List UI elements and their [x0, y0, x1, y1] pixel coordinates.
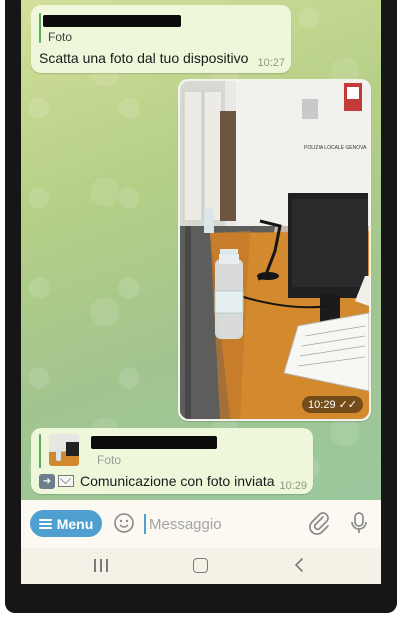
double-check-icon: ✓✓: [338, 399, 357, 411]
message-input[interactable]: [149, 512, 299, 536]
reply-indicator: [39, 13, 41, 43]
message-time: 10:27: [257, 57, 285, 69]
chat-screen: Foto Scatta una foto dal tuo dispositivo…: [21, 0, 381, 584]
paperclip-icon[interactable]: [307, 511, 331, 535]
reply-indicator: [39, 434, 41, 468]
message-text: Scatta una foto dal tuo dispositivo: [39, 50, 249, 66]
envelope-icon: [58, 475, 74, 487]
home-icon[interactable]: [193, 558, 208, 573]
photo-signage-text: POLIZIA LOCALE GENOVA: [304, 145, 367, 151]
arrow-right-icon: ➜: [39, 473, 55, 489]
reply-type-label: Foto: [48, 30, 73, 44]
redacted-sender-name: [43, 15, 181, 27]
message-text-row: ➜ Comunicazione con foto inviata: [39, 473, 275, 489]
message-text: Comunicazione con foto inviata: [80, 473, 275, 489]
menu-button[interactable]: Menu: [30, 510, 102, 537]
recent-apps-icon[interactable]: [94, 559, 108, 572]
reply-type-label: Foto: [97, 453, 122, 467]
microphone-icon[interactable]: [348, 511, 370, 535]
message-input-bar: Menu: [21, 500, 381, 548]
message-bubble[interactable]: Foto ➜ Comunicazione con foto inviata 10…: [31, 428, 313, 494]
emoji-icon[interactable]: [113, 512, 135, 534]
photo-office-desk[interactable]: POLIZIA LOCALE GENOVA 10:29 ✓✓: [180, 81, 369, 419]
reply-photo-thumbnail: [49, 434, 79, 466]
message-time: 10:29: [279, 480, 307, 492]
message-bubble[interactable]: Foto Scatta una foto dal tuo dispositivo…: [31, 5, 291, 73]
photo-timestamp: 10:29 ✓✓: [302, 396, 363, 413]
system-navigation-bar: [21, 548, 381, 584]
message-time: 10:29: [308, 399, 336, 411]
back-icon[interactable]: [292, 557, 308, 573]
photo-message[interactable]: POLIZIA LOCALE GENOVA 10:29 ✓✓: [178, 79, 371, 421]
menu-button-label: Menu: [56, 515, 94, 532]
redacted-sender-name: [91, 436, 217, 449]
hamburger-icon: [38, 518, 52, 529]
text-cursor: [144, 514, 146, 534]
